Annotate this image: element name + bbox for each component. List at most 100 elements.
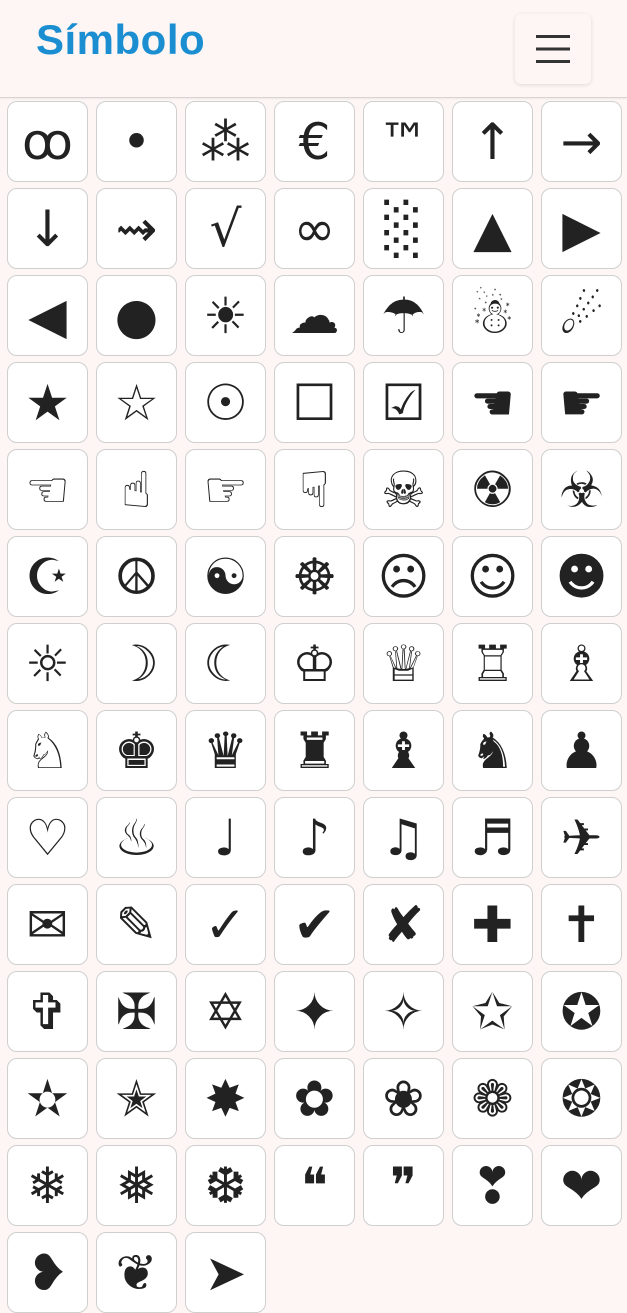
symbol-tile-check-mark[interactable]: ✓	[185, 884, 266, 965]
symbol-tile-white-queen[interactable]: ♕	[363, 623, 444, 704]
symbol-tile-radioactive[interactable]: ☢	[452, 449, 533, 530]
symbol-tile-squiggly-arrow[interactable]: ⇝	[96, 188, 177, 269]
symbol-tile-heavy-cross[interactable]: ✚	[452, 884, 533, 965]
symbol-tile-white-up-hand[interactable]: ☝	[96, 449, 177, 530]
symbol-tile-euro-sign[interactable]: €	[274, 101, 355, 182]
site-title[interactable]: Símbolo	[36, 16, 205, 64]
symbol-tile-up-arrow[interactable]: ↑	[452, 101, 533, 182]
symbol-tile-rotated-heart[interactable]: ❥	[7, 1232, 88, 1313]
symbol-tile-white-star[interactable]: ☆	[96, 362, 177, 443]
symbol-tile-smiling-face[interactable]: ☺	[452, 536, 533, 617]
symbol-tile-outlined-black-star[interactable]: ✭	[96, 1058, 177, 1139]
symbol-tile-white-bishop[interactable]: ♗	[541, 623, 622, 704]
symbol-tile-heavy-snowflake[interactable]: ❆	[185, 1145, 266, 1226]
symbol-tile-black-florette[interactable]: ✿	[274, 1058, 355, 1139]
symbol-tile-curly-glyph[interactable]: ꝏ	[7, 101, 88, 182]
symbol-tile-skull-crossbones[interactable]: ☠	[363, 449, 444, 530]
symbol-tile-white-down-hand[interactable]: ☟	[274, 449, 355, 530]
symbol-tile-white-knight[interactable]: ♘	[7, 710, 88, 791]
symbol-tile-envelope[interactable]: ✉	[7, 884, 88, 965]
symbol-tile-bullet[interactable]: •	[96, 101, 177, 182]
symbol-tile-dotted-shade[interactable]: ░	[363, 188, 444, 269]
symbol-tile-shadowed-cross[interactable]: ✞	[7, 971, 88, 1052]
symbol-tile-black-smiling-face[interactable]: ☻	[541, 536, 622, 617]
symbol-tile-four-pointed-star[interactable]: ✦	[274, 971, 355, 1052]
symbol-tile-black-knight[interactable]: ♞	[452, 710, 533, 791]
symbol-tile-close-quote[interactable]: ❞	[363, 1145, 444, 1226]
symbol-tile-trademark[interactable]: ™	[363, 101, 444, 182]
symbol-tile-asterism[interactable]: ⁂	[185, 101, 266, 182]
symbol-tile-black-rook[interactable]: ♜	[274, 710, 355, 791]
menu-button[interactable]	[515, 14, 591, 84]
ballot-box-check-icon: ☑	[381, 373, 426, 432]
symbol-tile-eighth-note[interactable]: ♪	[274, 797, 355, 878]
symbol-tile-white-florette[interactable]: ❀	[363, 1058, 444, 1139]
symbol-tile-first-quarter-moon[interactable]: ☽	[96, 623, 177, 704]
symbol-tile-tight-snowflake[interactable]: ❅	[96, 1145, 177, 1226]
symbol-tile-star-crescent[interactable]: ☪	[7, 536, 88, 617]
symbol-tile-quarter-note[interactable]: ♩	[185, 797, 266, 878]
symbol-tile-peace[interactable]: ☮	[96, 536, 177, 617]
symbol-tile-snowman[interactable]: ☃	[452, 275, 533, 356]
symbol-tile-latin-cross[interactable]: ✝	[541, 884, 622, 965]
symbol-tile-hot-springs[interactable]: ♨	[96, 797, 177, 878]
symbol-tile-white-sun[interactable]: ☼	[7, 623, 88, 704]
symbol-tile-infinity[interactable]: ∞	[274, 188, 355, 269]
symbol-tile-white-left-hand[interactable]: ☜	[7, 449, 88, 530]
symbol-tile-airplane[interactable]: ✈	[541, 797, 622, 878]
symbol-tile-white-rook[interactable]: ♖	[452, 623, 533, 704]
symbol-tile-left-triangle[interactable]: ◀	[7, 275, 88, 356]
symbol-tile-white-king[interactable]: ♔	[274, 623, 355, 704]
symbol-tile-down-arrow[interactable]: ↓	[7, 188, 88, 269]
symbol-tile-heavy-check-mark[interactable]: ✔	[274, 884, 355, 965]
symbol-tile-arrowhead[interactable]: ➤	[185, 1232, 266, 1313]
symbol-tile-black-right-hand[interactable]: ☛	[541, 362, 622, 443]
symbol-tile-cloud[interactable]: ☁	[274, 275, 355, 356]
symbol-tile-open-quote[interactable]: ❝	[274, 1145, 355, 1226]
symbol-tile-square-root[interactable]: √	[185, 188, 266, 269]
symbol-tile-yin-yang[interactable]: ☯	[185, 536, 266, 617]
umbrella-icon: ☂	[381, 286, 426, 345]
symbol-tile-umbrella[interactable]: ☂	[363, 275, 444, 356]
symbol-tile-black-pawn[interactable]: ♟	[541, 710, 622, 791]
symbol-tile-black-king[interactable]: ♚	[96, 710, 177, 791]
symbol-tile-heavy-heart[interactable]: ❤	[541, 1145, 622, 1226]
symbol-tile-snowflake[interactable]: ❄	[7, 1145, 88, 1226]
symbol-tile-star-of-david[interactable]: ✡	[185, 971, 266, 1052]
symbol-tile-white-right-hand[interactable]: ☞	[185, 449, 266, 530]
symbol-tile-sun-dot[interactable]: ☉	[185, 362, 266, 443]
symbol-tile-ballot-box-check[interactable]: ☑	[363, 362, 444, 443]
symbol-tile-eight-pointed-star[interactable]: ✸	[185, 1058, 266, 1139]
symbol-tile-white-four-pointed-star[interactable]: ✧	[363, 971, 444, 1052]
symbol-tile-last-quarter-moon[interactable]: ☾	[185, 623, 266, 704]
symbol-tile-right-triangle[interactable]: ▶	[541, 188, 622, 269]
close-quote-icon: ❞	[390, 1156, 417, 1215]
symbol-tile-black-queen[interactable]: ♛	[185, 710, 266, 791]
symbol-tile-circled-sun[interactable]: ❂	[541, 1058, 622, 1139]
symbol-tile-black-left-hand[interactable]: ☚	[452, 362, 533, 443]
symbol-tile-frowning-face[interactable]: ☹	[363, 536, 444, 617]
symbol-tile-beamed-sixteenth-notes[interactable]: ♬	[452, 797, 533, 878]
symbol-tile-right-arrow[interactable]: →	[541, 101, 622, 182]
symbol-tile-sun[interactable]: ☀	[185, 275, 266, 356]
symbol-tile-maltese-cross[interactable]: ✠	[96, 971, 177, 1052]
symbol-tile-floral-heart[interactable]: ❦	[96, 1232, 177, 1313]
symbol-tile-outlined-star[interactable]: ✩	[452, 971, 533, 1052]
symbol-tile-pencil[interactable]: ✎	[96, 884, 177, 965]
symbol-tile-ballot-x[interactable]: ✘	[363, 884, 444, 965]
symbol-tile-black-circle[interactable]: ●	[96, 275, 177, 356]
symbol-tile-open-center-star[interactable]: ✫	[7, 1058, 88, 1139]
symbol-tile-circled-star[interactable]: ✪	[541, 971, 622, 1052]
symbol-tile-up-triangle[interactable]: ▲	[452, 188, 533, 269]
symbol-tile-ballot-box[interactable]: ☐	[274, 362, 355, 443]
symbol-tile-dharma-wheel[interactable]: ☸	[274, 536, 355, 617]
symbol-tile-heart-exclamation[interactable]: ❣	[452, 1145, 533, 1226]
symbol-tile-black-star[interactable]: ★	[7, 362, 88, 443]
symbol-tile-comet[interactable]: ☄	[541, 275, 622, 356]
symbol-tile-white-heart[interactable]: ♡	[7, 797, 88, 878]
symbol-tile-biohazard[interactable]: ☣	[541, 449, 622, 530]
symbol-tile-black-bishop[interactable]: ♝	[363, 710, 444, 791]
down-arrow-icon: ↓	[26, 199, 69, 258]
symbol-tile-eight-petalled-florette[interactable]: ❁	[452, 1058, 533, 1139]
symbol-tile-beamed-eighth-notes[interactable]: ♫	[363, 797, 444, 878]
